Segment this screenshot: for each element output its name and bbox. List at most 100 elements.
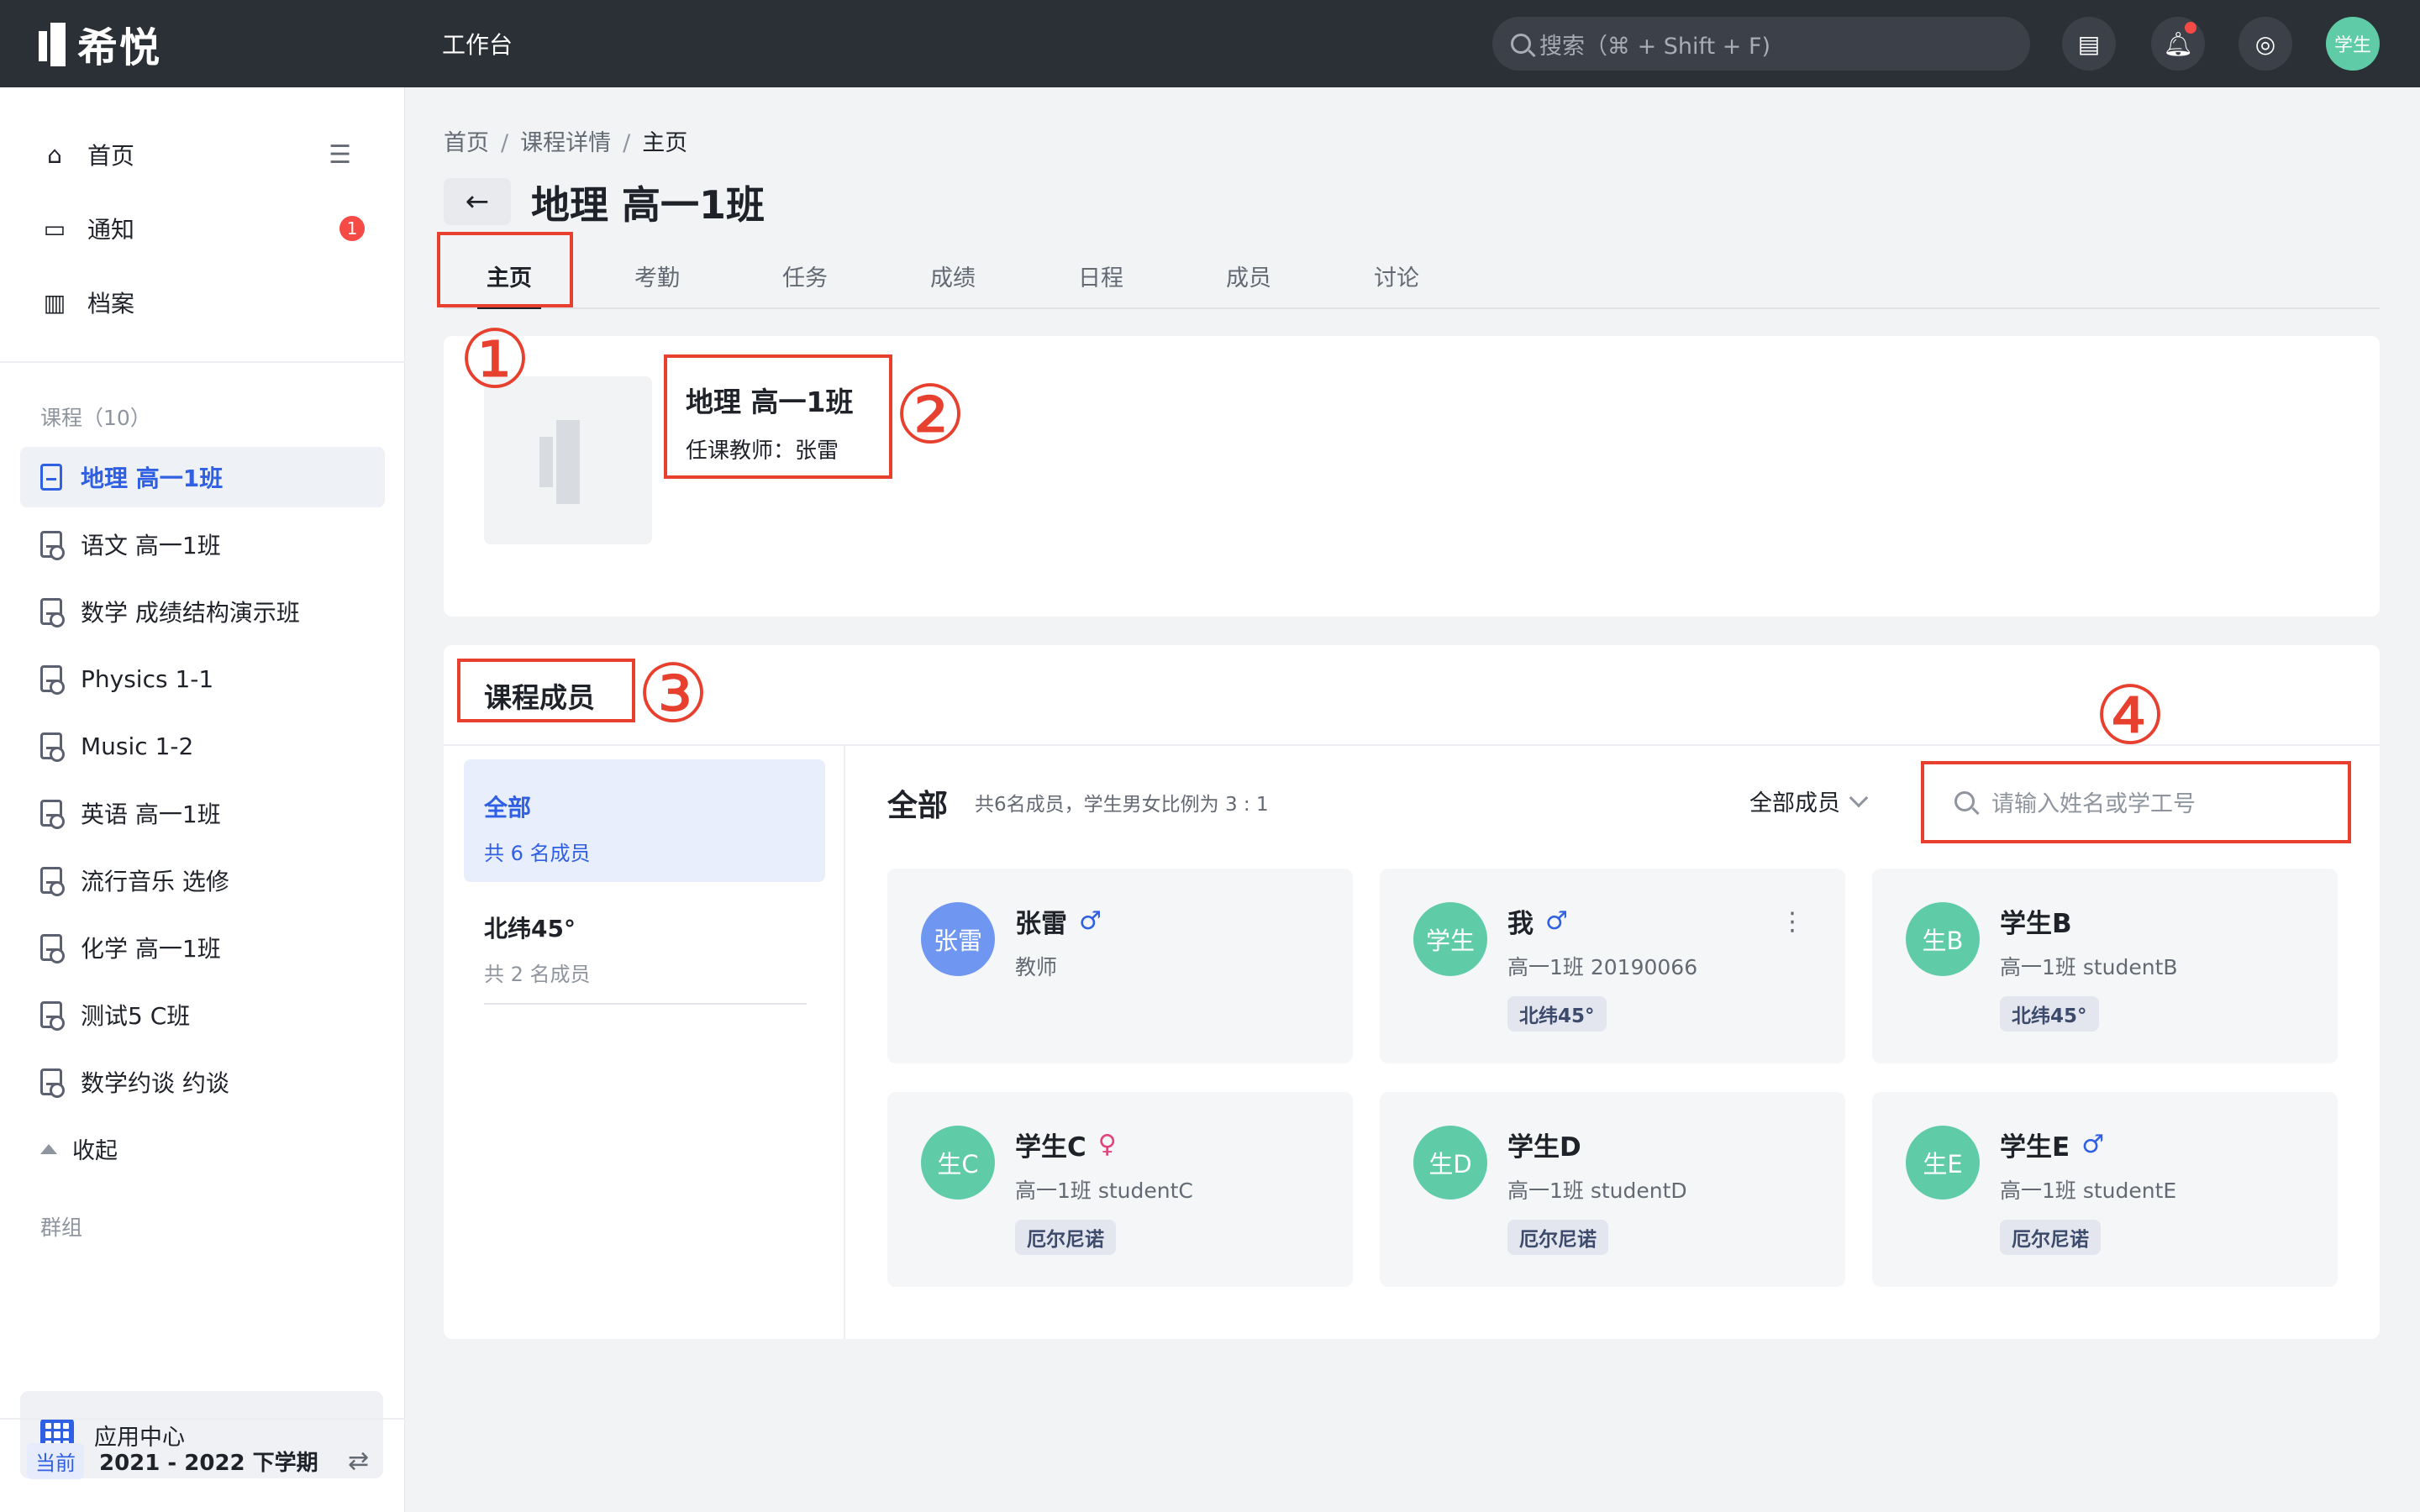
member-desc: 高一1班 20190066 xyxy=(1507,955,1698,979)
back-button[interactable]: ← xyxy=(444,178,511,225)
tab-bar: 主页 考勤 任务 成绩 日程 成员 讨论 xyxy=(444,244,2380,309)
course-label: 流行音乐 选修 xyxy=(81,868,229,895)
collapse-sidebar-icon[interactable]: ☰ xyxy=(329,140,351,170)
sidebar-course-item[interactable]: 数学约谈 约谈 xyxy=(20,1052,385,1112)
member-avatar: 生B xyxy=(1906,902,1980,976)
member-name: 学生E xyxy=(2000,1132,2070,1163)
member-desc: 教师 xyxy=(1015,955,1058,979)
message-icon: ▭ xyxy=(43,214,66,243)
member-name-row: 学生D xyxy=(1507,1126,1581,1163)
sidebar-course-item[interactable]: Music 1-2 xyxy=(20,716,385,776)
sidebar-course-item[interactable]: Physics 1-1 xyxy=(20,648,385,709)
annotation-box-3 xyxy=(457,659,635,722)
group-name: 全部 xyxy=(484,794,532,822)
member-group-list: 全部 共 6 名成员 北纬45° 共 2 名成员 xyxy=(444,746,845,1339)
sidebar-divider xyxy=(0,1418,405,1420)
tab-tasks[interactable]: 任务 xyxy=(739,244,871,307)
member-filter-dropdown[interactable]: 全部成员 xyxy=(1749,785,1869,817)
member-name: 我 xyxy=(1507,909,1534,939)
sidebar-item-archive[interactable]: ▥ 档案 xyxy=(20,272,385,333)
bell-icon: 🔔︎ xyxy=(2163,29,2193,58)
sidebar-course-item[interactable]: 语文 高一1班 xyxy=(20,514,385,575)
term-selector[interactable]: 当前 2021 - 2022 下学期 xyxy=(27,1443,318,1479)
course-icon xyxy=(40,800,65,829)
sidebar-course-item[interactable]: 地理 高一1班 xyxy=(20,447,385,507)
workbench-link[interactable]: 工作台 xyxy=(442,27,513,60)
male-icon: ♂ xyxy=(2081,1130,2105,1159)
group-count: 共 6 名成员 xyxy=(484,842,591,865)
user-avatar[interactable]: 学生 xyxy=(2326,17,2380,71)
course-label: Music 1-2 xyxy=(81,732,194,760)
logo[interactable]: 希悦 xyxy=(39,20,161,71)
member-group-tag: 北纬45° xyxy=(2000,996,2099,1032)
breadcrumb-current: 主页 xyxy=(642,130,688,156)
notification-button[interactable]: 🔔︎ xyxy=(2151,17,2205,71)
sidebar-course-item[interactable]: 数学 成绩结构演示班 xyxy=(20,581,385,642)
global-search-placeholder: 搜索（⌘ + Shift + F) xyxy=(1539,33,1771,60)
member-card[interactable]: 生C 学生C ♀ 高一1班 studentC 厄尔尼诺 xyxy=(887,1092,1353,1287)
sidebar-course-item[interactable]: 流行音乐 选修 xyxy=(20,850,385,911)
sidebar-item-home[interactable]: ⌂ 首页 ☰ xyxy=(20,124,385,185)
member-avatar: 生C xyxy=(921,1126,995,1200)
global-search-input[interactable]: 搜索（⌘ + Shift + F) xyxy=(1492,17,2030,71)
annotation-box-1 xyxy=(437,232,573,307)
course-icon xyxy=(40,531,65,560)
male-icon: ♂ xyxy=(1079,906,1102,936)
home-icon: ⌂ xyxy=(47,140,62,169)
sidebar: ⌂ 首页 ☰ ▭ 通知 1 ▥ 档案 课程（10） 地理 高一1班 语文 高一1… xyxy=(0,87,405,1512)
breadcrumb-course-detail[interactable]: 课程详情 xyxy=(520,130,611,156)
course-icon xyxy=(40,1001,65,1031)
fold-label: 收起 xyxy=(72,1138,118,1164)
member-name-row: 张雷 ♂ xyxy=(1015,902,1102,940)
sidebar-course-item[interactable]: 测试5 C班 xyxy=(20,984,385,1045)
course-icon xyxy=(40,934,65,963)
fold-courses-button[interactable]: 收起 xyxy=(40,1132,118,1165)
groups-section-label: 群组 xyxy=(40,1215,83,1240)
course-icon xyxy=(40,464,62,491)
group-item-all[interactable]: 全部 共 6 名成员 xyxy=(464,759,825,882)
member-group-tag: 厄尔尼诺 xyxy=(1015,1220,1116,1255)
member-avatar: 学生 xyxy=(1413,902,1487,976)
course-label: 语文 高一1班 xyxy=(81,532,221,559)
group-item-north45[interactable]: 北纬45° 共 2 名成员 xyxy=(464,880,825,1003)
member-desc: 高一1班 studentC xyxy=(1015,1179,1193,1203)
member-group-tag: 厄尔尼诺 xyxy=(2000,1220,2101,1255)
group-divider xyxy=(484,1003,807,1005)
member-group-tag: 厄尔尼诺 xyxy=(1507,1220,1608,1255)
more-options-icon[interactable]: ⋮ xyxy=(1780,907,1805,937)
term-label: 2021 - 2022 下学期 xyxy=(99,1451,318,1476)
course-label: 数学约谈 约谈 xyxy=(81,1069,229,1097)
tab-attendance[interactable]: 考勤 xyxy=(592,244,723,307)
chat-icon: ▤ xyxy=(2077,29,2101,58)
breadcrumb-home[interactable]: 首页 xyxy=(444,130,489,156)
member-card[interactable]: 生B 学生B 高一1班 studentB 北纬45° xyxy=(1872,869,2338,1063)
tab-members[interactable]: 成员 xyxy=(1183,244,1314,307)
course-icon xyxy=(40,1068,65,1098)
member-name-row: 学生C ♀ xyxy=(1015,1126,1117,1163)
archive-icon: ▥ xyxy=(43,288,66,317)
group-name: 北纬45° xyxy=(484,915,576,942)
sidebar-divider xyxy=(0,361,405,363)
switch-term-icon[interactable]: ⇄ xyxy=(348,1446,369,1476)
current-term-badge: 当前 xyxy=(27,1443,84,1479)
member-card[interactable]: 生E 学生E ♂ 高一1班 studentE 厄尔尼诺 xyxy=(1872,1092,2338,1287)
member-card[interactable]: 生D 学生D 高一1班 studentD 厄尔尼诺 xyxy=(1380,1092,1845,1287)
tab-schedule[interactable]: 日程 xyxy=(1035,244,1166,307)
filter-label: 全部成员 xyxy=(1749,790,1840,816)
sidebar-item-notice[interactable]: ▭ 通知 1 xyxy=(20,198,385,259)
app-switch-button[interactable]: ◎ xyxy=(2238,17,2292,71)
annotation-box-2 xyxy=(664,354,892,479)
chat-button[interactable]: ▤ xyxy=(2062,17,2116,71)
notification-dot xyxy=(2185,22,2196,34)
breadcrumb: 首页 / 课程详情 / 主页 xyxy=(444,130,688,156)
course-label: 数学 成绩结构演示班 xyxy=(81,599,300,627)
course-label: 地理 高一1班 xyxy=(81,465,224,492)
sidebar-course-item[interactable]: 英语 高一1班 xyxy=(20,783,385,843)
member-card[interactable]: 张雷 张雷 ♂ 教师 xyxy=(887,869,1353,1063)
member-avatar: 生E xyxy=(1906,1126,1980,1200)
tab-discussion[interactable]: 讨论 xyxy=(1331,244,1462,307)
member-name-row: 我 ♂ xyxy=(1507,902,1568,940)
sidebar-course-item[interactable]: 化学 高一1班 xyxy=(20,917,385,978)
tab-grades[interactable]: 成绩 xyxy=(887,244,1018,307)
member-card[interactable]: 学生 我 ♂ 高一1班 20190066 北纬45° ⋮ xyxy=(1380,869,1845,1063)
